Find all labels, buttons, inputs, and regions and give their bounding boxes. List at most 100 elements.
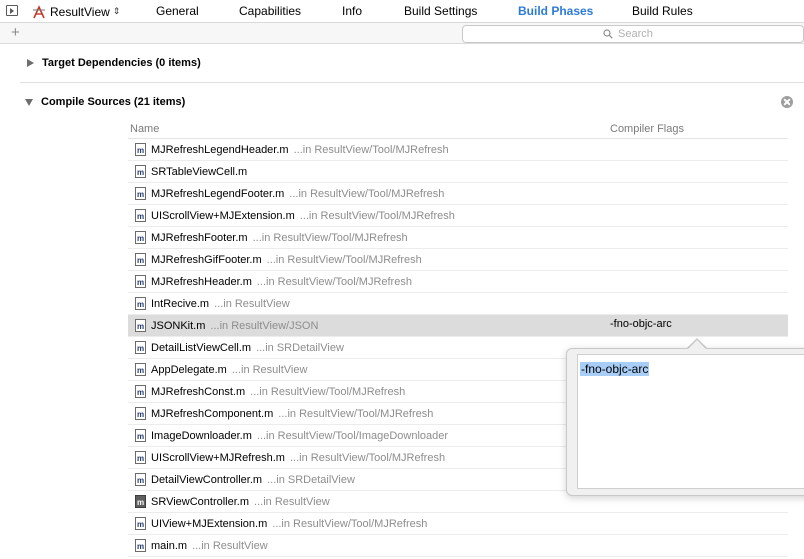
file-name: MJRefreshComponent.m bbox=[151, 407, 274, 420]
target-name: ResultView bbox=[50, 4, 110, 19]
objc-source-file-icon: m bbox=[135, 473, 146, 486]
objc-source-file-icon: m bbox=[135, 341, 146, 354]
file-type-glyph: m bbox=[136, 190, 145, 199]
objc-source-file-icon: m bbox=[135, 495, 146, 508]
file-path: ...in ResultView/Tool/MJRefresh bbox=[256, 275, 412, 288]
objc-source-file-icon: m bbox=[135, 363, 146, 376]
table-row[interactable]: m IntRecive.m ...in ResultView bbox=[128, 293, 788, 315]
compiler-flags-editor[interactable]: -fno-objc-arc bbox=[577, 354, 804, 489]
target-dependencies-header[interactable]: Target Dependencies (0 items) bbox=[0, 53, 201, 73]
table-row[interactable]: m SRTableViewCell.m bbox=[128, 161, 788, 183]
file-name: MJRefreshGifFooter.m bbox=[151, 253, 262, 266]
table-row[interactable]: m MJRefreshLegendHeader.m ...in ResultView… bbox=[128, 139, 788, 161]
table-row[interactable]: m MJRefreshGifFooter.m ...in ResultView/To… bbox=[128, 249, 788, 271]
column-header-name[interactable]: Name bbox=[130, 123, 159, 135]
file-type-glyph: m bbox=[136, 344, 145, 353]
tab-capabilities[interactable]: Capabilities bbox=[239, 4, 301, 18]
file-type-glyph: m bbox=[136, 520, 145, 529]
table-row[interactable]: m main.m ...in ResultView bbox=[128, 535, 788, 557]
file-type-glyph: m bbox=[136, 168, 145, 177]
file-type-glyph: m bbox=[136, 322, 145, 331]
search-field[interactable] bbox=[462, 25, 804, 43]
file-name: MJRefreshLegendFooter.m bbox=[151, 187, 285, 200]
file-name: UIView+MJExtension.m bbox=[151, 517, 268, 530]
file-type-glyph: m bbox=[136, 212, 145, 221]
file-name: MJRefreshLegendHeader.m bbox=[151, 143, 289, 156]
objc-source-file-icon: m bbox=[135, 297, 146, 310]
column-header-compiler-flags[interactable]: Compiler Flags bbox=[610, 123, 684, 135]
file-path: ...in ResultView/Tool/MJRefresh bbox=[299, 209, 455, 222]
disclosure-collapsed-icon[interactable] bbox=[27, 59, 34, 67]
compiler-flags-cell[interactable]: -fno-objc-arc bbox=[610, 318, 672, 330]
table-row[interactable]: m MJRefreshFooter.m ...in ResultView/Tool/… bbox=[128, 227, 788, 249]
file-type-glyph: m bbox=[136, 476, 145, 485]
file-path: ...in ResultView bbox=[192, 539, 268, 552]
objc-source-file-icon: m bbox=[135, 407, 146, 420]
file-name: UIScrollView+MJExtension.m bbox=[151, 209, 295, 222]
file-path: ...in SRDetailView bbox=[267, 473, 355, 486]
file-name: UIScrollView+MJRefresh.m bbox=[151, 451, 285, 464]
objc-source-file-icon: m bbox=[135, 517, 146, 530]
file-path: ...in ResultView/Tool/MJRefresh bbox=[266, 253, 422, 266]
file-path: ...in ResultView/Tool/MJRefresh bbox=[278, 407, 434, 420]
search-input[interactable] bbox=[618, 27, 788, 41]
file-path: ...in ResultView bbox=[231, 363, 308, 376]
file-name: ImageDownloader.m bbox=[151, 429, 252, 442]
file-path: ...in ResultView/JSON bbox=[210, 319, 319, 332]
file-name: JSONKit.m bbox=[151, 319, 206, 332]
file-name: MJRefreshFooter.m bbox=[151, 231, 248, 244]
file-path: ...in ResultView/Tool/MJRefresh bbox=[252, 231, 408, 244]
tab-info[interactable]: Info bbox=[342, 4, 362, 18]
search-icon bbox=[603, 29, 613, 39]
file-type-glyph: m bbox=[136, 146, 145, 155]
chevron-up-down-icon: ⇕ bbox=[112, 6, 121, 16]
file-path: ...in ResultView bbox=[214, 297, 290, 310]
file-type-glyph: m bbox=[136, 542, 145, 551]
file-name: SRTableViewCell.m bbox=[151, 165, 248, 178]
compile-sources-header[interactable]: Compile Sources (21 items) bbox=[0, 92, 185, 112]
editor-tab-bar: ResultView ⇕ General Capabilities Info B… bbox=[0, 0, 804, 23]
show-hide-targets-icon[interactable] bbox=[6, 5, 18, 16]
file-type-glyph: m bbox=[136, 234, 145, 243]
file-path: ...in ResultView/Tool/MJRefresh bbox=[293, 143, 449, 156]
file-path: ...in ResultView/Tool/MJRefresh bbox=[272, 517, 428, 530]
objc-source-file-icon: m bbox=[135, 451, 146, 464]
tab-build-phases[interactable]: Build Phases bbox=[518, 4, 593, 18]
file-type-glyph: m bbox=[136, 388, 145, 397]
tab-build-settings[interactable]: Build Settings bbox=[404, 4, 477, 18]
file-name: MJRefreshConst.m bbox=[151, 385, 246, 398]
file-name: DetailListViewCell.m bbox=[151, 341, 252, 354]
section-divider bbox=[20, 82, 804, 83]
file-name: AppDelegate.m bbox=[151, 363, 227, 376]
objc-source-file-icon: m bbox=[135, 209, 146, 222]
table-row[interactable]: m UIScrollView+MJExtension.m ...in ResultV… bbox=[128, 205, 788, 227]
file-type-glyph: m bbox=[136, 366, 145, 375]
objc-source-file-icon: m bbox=[135, 187, 146, 200]
compile-sources-title: Compile Sources (21 items) bbox=[41, 96, 186, 108]
add-build-phase-button[interactable]: + bbox=[11, 24, 20, 42]
file-path: ...in ResultView/Tool/MJRefresh bbox=[289, 187, 445, 200]
table-row[interactable]: m MJRefreshHeader.m ...in ResultView/Tool/… bbox=[128, 271, 788, 293]
selected-flags-text: -fno-objc-arc bbox=[580, 362, 650, 376]
build-phases-window: ResultView ⇕ General Capabilities Info B… bbox=[0, 0, 804, 559]
file-type-glyph: m bbox=[136, 432, 145, 441]
objc-source-file-icon: m bbox=[135, 143, 146, 156]
objc-source-file-icon: m bbox=[135, 165, 146, 178]
file-type-glyph: m bbox=[136, 454, 145, 463]
target-picker[interactable]: ResultView ⇕ bbox=[32, 3, 120, 20]
table-row[interactable]: m JSONKit.m ...in ResultView/JSON -fno-objc… bbox=[128, 315, 788, 337]
tab-build-rules[interactable]: Build Rules bbox=[632, 4, 693, 18]
disclosure-expanded-icon[interactable] bbox=[25, 98, 33, 106]
file-name: MJRefreshHeader.m bbox=[151, 275, 252, 288]
table-row[interactable]: m UIView+MJExtension.m ...in ResultView/To… bbox=[128, 513, 788, 535]
file-name: main.m bbox=[151, 539, 188, 552]
file-type-glyph: m bbox=[136, 278, 145, 287]
objc-source-file-icon: m bbox=[135, 429, 146, 442]
file-path: ...in SRDetailView bbox=[256, 341, 344, 354]
file-type-glyph: m bbox=[136, 256, 145, 265]
objc-source-file-icon: m bbox=[135, 275, 146, 288]
remove-phase-icon[interactable] bbox=[781, 96, 793, 108]
tab-general[interactable]: General bbox=[156, 4, 199, 18]
file-type-glyph: m bbox=[136, 498, 145, 507]
table-row[interactable]: m MJRefreshLegendFooter.m ...in ResultView… bbox=[128, 183, 788, 205]
